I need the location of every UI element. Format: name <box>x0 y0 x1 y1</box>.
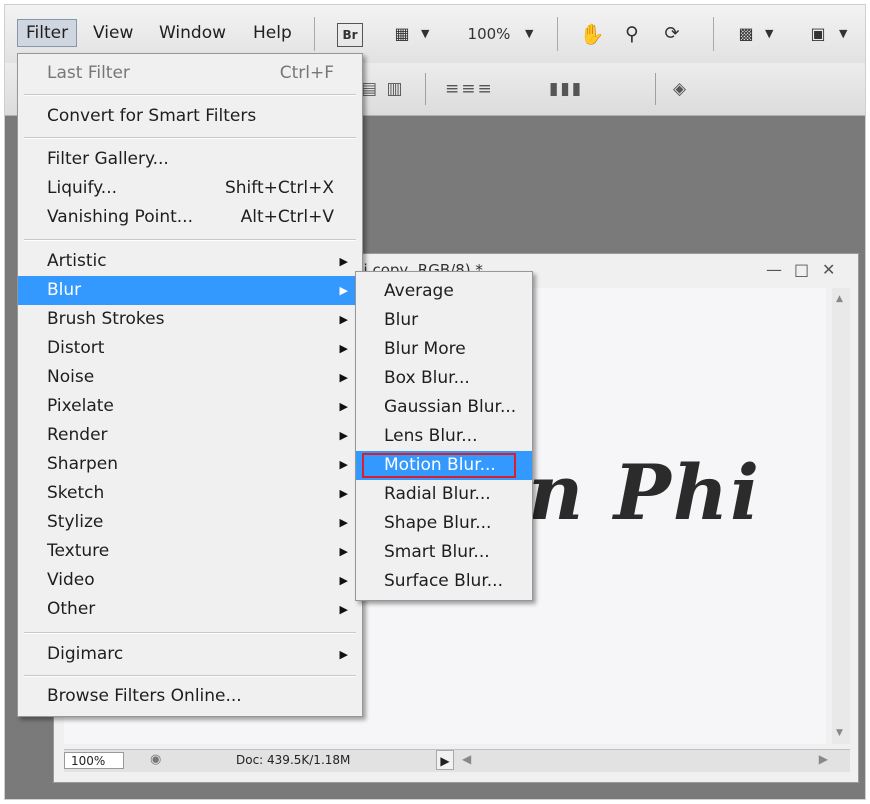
menu-item-vanishing-point[interactable]: Vanishing Point... Alt+Ctrl+V <box>18 203 362 232</box>
menu-item-convert-smart-filters[interactable]: Convert for Smart Filters <box>18 102 362 131</box>
menu-item-browse-filters-online[interactable]: Browse Filters Online... <box>18 682 362 711</box>
submenu-item-box-blur[interactable]: Box Blur... <box>356 364 532 393</box>
menu-item-artistic[interactable]: Artistic ▶ <box>18 247 362 276</box>
status-bar: 100% ◉ Doc: 439.5K/1.18M ▶ ◀ ▶ <box>64 749 850 772</box>
document-size-info: Doc: 439.5K/1.18M <box>236 753 351 767</box>
menu-view[interactable]: View <box>85 19 141 47</box>
auto-align-icon[interactable]: ◈ <box>673 76 688 102</box>
chevron-down-icon[interactable]: ▼ <box>421 21 429 47</box>
submenu-arrow-icon: ▶ <box>339 313 348 326</box>
menu-item-filter-gallery[interactable]: Filter Gallery... <box>18 145 362 174</box>
menu-separator <box>24 632 356 634</box>
menu-item-brush-strokes[interactable]: Brush Strokes ▶ <box>18 305 362 334</box>
arrange-documents-icon[interactable]: ▩ <box>733 21 759 47</box>
menu-item-stylize[interactable]: Stylize ▶ <box>18 508 362 537</box>
menu-separator <box>24 94 356 96</box>
submenu-item-shape-blur[interactable]: Shape Blur... <box>356 509 532 538</box>
menu-item-video[interactable]: Video ▶ <box>18 566 362 595</box>
minimize-icon[interactable]: — <box>766 260 782 279</box>
toolbar-divider <box>314 17 315 51</box>
menu-window[interactable]: Window <box>151 19 234 47</box>
canvas-text: n Phi <box>528 448 761 537</box>
menu-item-digimarc[interactable]: Digimarc ▶ <box>18 640 362 669</box>
vertical-scrollbar[interactable]: ▲ ▼ <box>832 288 850 744</box>
distribute-vertical-icon[interactable]: ≡≡≡ <box>445 76 494 102</box>
scroll-right-icon[interactable]: ▶ <box>819 752 828 766</box>
submenu-arrow-icon: ▶ <box>339 342 348 355</box>
submenu-arrow-icon: ▶ <box>339 458 348 471</box>
menu-item-sharpen[interactable]: Sharpen ▶ <box>18 450 362 479</box>
menu-filter[interactable]: Filter <box>17 19 78 47</box>
filter-menu: Last Filter Ctrl+F Convert for Smart Fil… <box>17 53 363 717</box>
submenu-arrow-icon: ▶ <box>339 574 348 587</box>
submenu-item-gaussian-blur[interactable]: Gaussian Blur... <box>356 393 532 422</box>
menu-item-render[interactable]: Render ▶ <box>18 421 362 450</box>
submenu-item-blur-more[interactable]: Blur More <box>356 335 532 364</box>
submenu-item-average[interactable]: Average <box>356 277 532 306</box>
status-info-icon[interactable]: ◉ <box>150 752 161 767</box>
submenu-item-surface-blur[interactable]: Surface Blur... <box>356 567 532 596</box>
menu-item-distort[interactable]: Distort ▶ <box>18 334 362 363</box>
screen-mode-icon[interactable]: ▣ <box>805 21 831 47</box>
menu-help[interactable]: Help <box>245 19 300 47</box>
menu-separator <box>24 137 356 139</box>
distribute-horizontal-icon[interactable]: ▮▮▮ <box>549 76 583 102</box>
menu-item-noise[interactable]: Noise ▶ <box>18 363 362 392</box>
menu-item-other[interactable]: Other ▶ <box>18 595 362 624</box>
submenu-arrow-icon: ▶ <box>339 603 348 616</box>
submenu-arrow-icon: ▶ <box>339 429 348 442</box>
photoshop-window: Filter View Window Help Br ▦ ▼ 100% ▼ ✋ … <box>4 4 866 800</box>
submenu-arrow-icon: ▶ <box>339 545 348 558</box>
submenu-arrow-icon: ▶ <box>339 371 348 384</box>
submenu-item-radial-blur[interactable]: Radial Blur... <box>356 480 532 509</box>
submenu-arrow-icon: ▶ <box>339 487 348 500</box>
scroll-left-icon[interactable]: ◀ <box>462 752 471 766</box>
submenu-arrow-icon: ▶ <box>339 648 348 661</box>
options-divider <box>655 73 656 105</box>
blur-submenu: Average Blur Blur More Box Blur... Gauss… <box>355 271 533 601</box>
menu-item-pixelate[interactable]: Pixelate ▶ <box>18 392 362 421</box>
submenu-arrow-icon: ▶ <box>339 255 348 268</box>
submenu-item-smart-blur[interactable]: Smart Blur... <box>356 538 532 567</box>
chevron-down-icon[interactable]: ▼ <box>765 21 773 47</box>
submenu-arrow-icon: ▶ <box>339 516 348 529</box>
zoom-tool-icon[interactable]: ⚲ <box>619 21 645 47</box>
selection-callout-box <box>362 453 516 478</box>
chevron-down-icon[interactable]: ▼ <box>525 21 533 47</box>
align-icon[interactable]: ▤ ▥ <box>361 76 405 102</box>
submenu-arrow-icon: ▶ <box>339 400 348 413</box>
status-menu-arrow-icon[interactable]: ▶ <box>436 750 454 770</box>
submenu-item-motion-blur[interactable]: Motion Blur... <box>356 451 532 480</box>
menu-item-blur[interactable]: Blur ▶ <box>18 276 362 305</box>
toolbar-divider <box>557 17 558 51</box>
menu-separator <box>24 239 356 241</box>
maximize-icon[interactable]: □ <box>794 260 809 279</box>
close-icon[interactable]: ✕ <box>822 260 835 279</box>
scroll-down-icon[interactable]: ▼ <box>836 728 843 738</box>
hand-tool-icon[interactable]: ✋ <box>579 21 605 47</box>
bridge-icon[interactable]: Br <box>337 23 363 47</box>
zoom-level-dropdown[interactable]: 100% <box>467 21 511 47</box>
view-extras-icon[interactable]: ▦ <box>389 21 415 47</box>
menu-item-texture[interactable]: Texture ▶ <box>18 537 362 566</box>
toolbar-divider <box>713 17 714 51</box>
scroll-up-icon[interactable]: ▲ <box>836 294 843 304</box>
zoom-field[interactable]: 100% <box>64 752 124 769</box>
chevron-down-icon[interactable]: ▼ <box>839 21 847 47</box>
menu-item-sketch[interactable]: Sketch ▶ <box>18 479 362 508</box>
submenu-arrow-icon: ▶ <box>339 284 348 297</box>
menu-item-last-filter: Last Filter Ctrl+F <box>47 63 334 83</box>
menu-item-liquify[interactable]: Liquify... Shift+Ctrl+X <box>18 174 362 203</box>
submenu-item-lens-blur[interactable]: Lens Blur... <box>356 422 532 451</box>
options-divider <box>425 73 426 105</box>
menu-separator <box>24 675 356 677</box>
rotate-view-icon[interactable]: ⟳ <box>659 21 685 47</box>
submenu-item-blur[interactable]: Blur <box>356 306 532 335</box>
